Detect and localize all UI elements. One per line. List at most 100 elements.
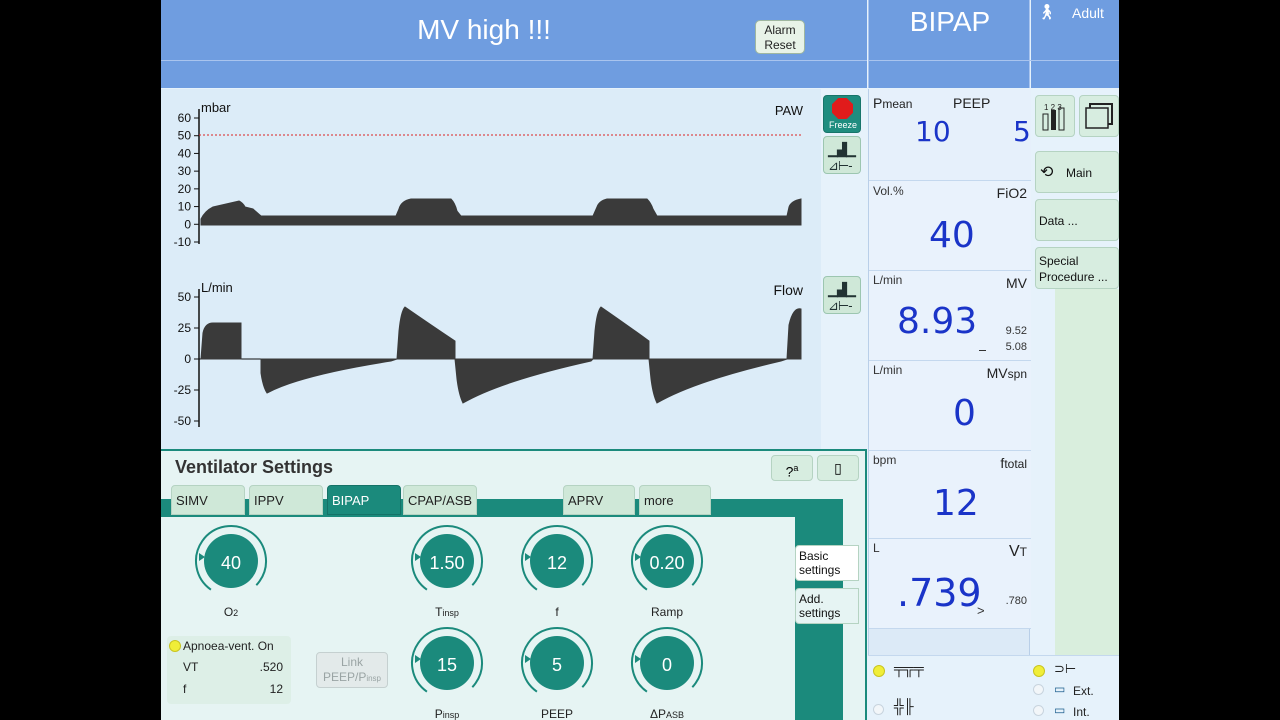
tab-cpap-asb[interactable]: CPAP/ASB <box>403 485 477 515</box>
stop-icon <box>832 98 853 119</box>
paw-waveform <box>200 198 802 226</box>
status-led <box>1033 705 1044 716</box>
apnoea-title: Apnoea-vent. On <box>183 639 274 653</box>
axis-tick-label: 10 <box>178 200 192 214</box>
mvspn-value: 0 <box>953 393 976 434</box>
f-label: f <box>555 605 559 619</box>
divider <box>869 60 1031 61</box>
curve-scale-icon: ▁▟▁ ⊿⊢- <box>828 282 856 313</box>
link-label-sub: insp <box>366 674 382 683</box>
pmean-label: Pmean <box>873 95 912 111</box>
axis-tick-label: 30 <box>178 164 192 178</box>
svg-text:1 2 3: 1 2 3 <box>1044 103 1062 112</box>
vt-limit-marker: > <box>977 603 985 618</box>
vt-limit: .780 <box>1005 595 1027 607</box>
peep-knob[interactable]: 5 <box>509 625 605 720</box>
ventilator-settings-panel: Ventilator Settings ?a ▯ SIMV IPPV BIPAP… <box>161 449 867 720</box>
ventilator-screen: MV high !!! Alarm Reset BIPAP 🚶︎ Adult 6… <box>161 0 1119 720</box>
menu-strip <box>1055 289 1119 655</box>
loop-arrow-icon: ⟲ <box>1040 164 1054 181</box>
flow-name: Flow <box>773 282 803 298</box>
close-settings-button[interactable]: ▯ <box>817 455 859 481</box>
add-settings-button[interactable]: Add. settings <box>795 588 859 624</box>
mv-unit: L/min <box>873 273 903 287</box>
limit-marker <box>979 350 986 351</box>
mv-value: 8.93 <box>897 301 978 342</box>
freeze-label: Freeze <box>828 120 857 130</box>
vt-cell: L VT .739 > .780 <box>869 539 1031 629</box>
status-led <box>873 704 884 715</box>
axis-tick-label: 60 <box>178 111 192 125</box>
status-bar: ╤╦╤ ╬╟ ⊃⊢ ▭ Ext. ▭ Int. <box>868 655 1119 720</box>
freeze-button[interactable]: Freeze <box>823 95 861 133</box>
paw-name: PAW <box>775 103 804 118</box>
apnoea-vt-label: VT <box>183 660 199 674</box>
mvspn-cell: L/min MVspn 0 <box>869 361 1031 451</box>
axis-tick-label: 40 <box>178 146 192 160</box>
data-menu-button[interactable]: Data ... <box>1035 199 1119 241</box>
flow-scale-button[interactable]: ▁▟▁ ⊿⊢- <box>823 276 861 314</box>
vt-unit: L <box>873 541 880 555</box>
tab-ippv[interactable]: IPPV <box>249 485 323 515</box>
pinsp-label-main: P <box>434 707 443 720</box>
fio2-label: FiO2 <box>996 185 1027 201</box>
apnoea-led <box>169 640 181 652</box>
f-value: 12 <box>546 553 568 573</box>
power-plug-icon: ⊃⊢ <box>1054 661 1077 676</box>
ramp-label: Ramp <box>650 605 683 619</box>
link-peep-pinsp-button[interactable]: Link PEEP/Pinsp <box>316 652 388 688</box>
dpasb-value: 0 <box>661 655 672 675</box>
fio2-unit: Vol.% <box>873 184 904 198</box>
apnoea-ventilation-box[interactable]: Apnoea-vent. On VT .520 f 12 <box>167 636 291 704</box>
ventilation-mode: BIPAP <box>909 6 991 37</box>
paw-scale-button[interactable]: ▁▟▁ ⊿⊢- <box>823 136 861 174</box>
battery-icon: ▭ <box>1054 703 1066 717</box>
apnoea-f-value: 12 <box>269 682 283 696</box>
tab-more[interactable]: more <box>639 485 711 515</box>
mvspn-label-sub: spn <box>1007 367 1027 381</box>
add-settings-label-1: Add. <box>799 592 824 606</box>
trend-view-button[interactable]: 1 2 3 <box>1035 95 1075 137</box>
tab-bipap[interactable]: BIPAP <box>327 485 401 515</box>
apnoea-vt-value: .520 <box>259 660 283 674</box>
tinsp-label-sub: insp <box>442 608 459 618</box>
tab-aprv[interactable]: APRV <box>563 485 635 515</box>
o2-label-main: O <box>223 605 234 619</box>
battery-icon: ▭ <box>1054 682 1066 696</box>
window-view-button[interactable] <box>1079 95 1119 137</box>
vt-label-sub: T <box>1019 545 1027 559</box>
patient-type: Adult <box>1072 5 1104 21</box>
mv-cell: L/min MV 8.93 9.52 5.08 <box>869 271 1031 361</box>
add-settings-label-2: settings <box>799 606 841 620</box>
help-button[interactable]: ?a <box>771 455 813 481</box>
int-power-label: Int. <box>1073 705 1090 719</box>
tinsp-label: Tinsp <box>399 605 495 619</box>
alarm-message: MV high !!! <box>417 14 551 45</box>
main-menu-button[interactable]: ⟲ Main <box>1035 151 1119 193</box>
ftotal-label: ftotal <box>1000 455 1027 471</box>
main-menu-label: Main <box>1066 166 1093 180</box>
pinsp-knob[interactable]: 15 <box>399 625 495 720</box>
peep-setting-label: PEEP <box>540 707 573 720</box>
vt-label-main: V <box>1008 543 1020 560</box>
basic-settings-button[interactable]: Basic settings <box>795 545 859 581</box>
alarm-reset-button[interactable]: Alarm Reset <box>755 20 805 54</box>
axis-tick-label: -50 <box>174 414 192 428</box>
paw-ticks: 60 50 40 30 20 10 0 -10 <box>174 111 199 249</box>
fio2-value: 40 <box>929 215 975 256</box>
flow-waveform <box>200 306 802 404</box>
dpasb-label-sub: ASB <box>666 710 685 720</box>
pinsp-value: 15 <box>436 655 458 675</box>
pinsp-label: Pinsp <box>399 707 495 720</box>
peep-label: PEEP <box>953 95 991 111</box>
mode-display: BIPAP <box>868 0 1031 88</box>
panel-icon: ▯ <box>834 460 842 476</box>
axis-tick-label: 50 <box>178 129 192 143</box>
o2-value: 40 <box>220 553 242 573</box>
tinsp-value: 1.50 <box>429 553 465 573</box>
tab-simv[interactable]: SIMV <box>171 485 245 515</box>
dpasb-knob[interactable]: 0 <box>619 625 715 720</box>
mvspn-label-main: MV <box>986 365 1008 381</box>
curve-scale-icon: ▁▟▁ ⊿⊢- <box>828 142 856 173</box>
special-procedure-button[interactable]: Special Procedure ... <box>1035 247 1119 289</box>
